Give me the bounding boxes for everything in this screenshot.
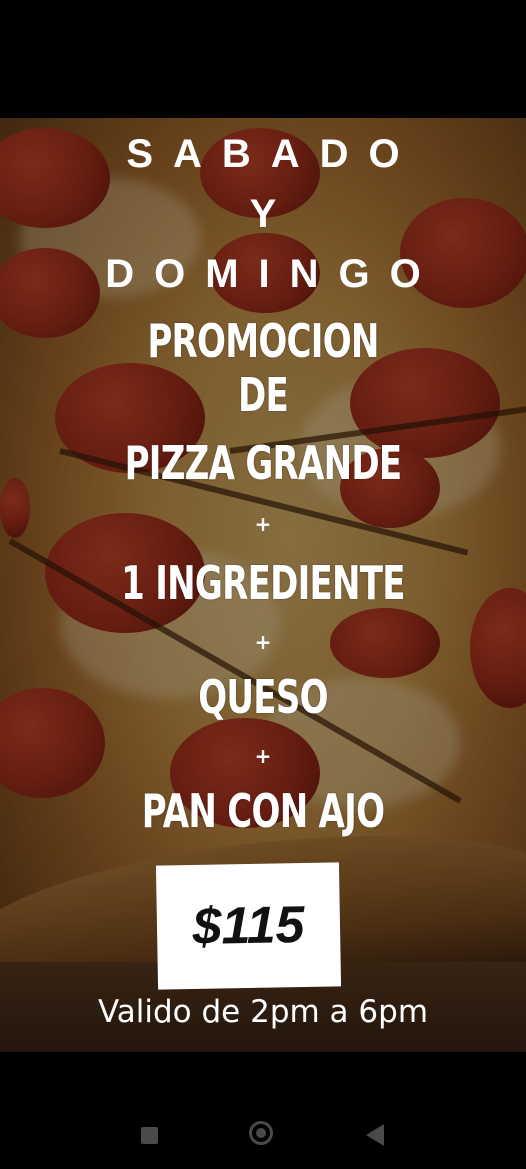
plus-sign-2: + bbox=[254, 630, 272, 654]
item-ingrediente: 1 INGREDIENTE bbox=[121, 556, 405, 610]
promo-title: PROMOCION bbox=[147, 314, 379, 368]
recents-square-icon[interactable] bbox=[141, 1127, 158, 1144]
promo-de: DE bbox=[237, 368, 289, 422]
item-pan-con-ajo: PAN CON AJO bbox=[141, 784, 385, 838]
validity-text: Valido de 2pm a 6pm bbox=[97, 994, 429, 1030]
price-tag: $115 bbox=[155, 862, 342, 990]
top-black-bar bbox=[0, 0, 526, 118]
headline-sabado: SABADO bbox=[126, 132, 420, 176]
headline-y: Y bbox=[249, 192, 297, 236]
item-queso: QUESO bbox=[198, 670, 328, 724]
home-circle-icon[interactable] bbox=[249, 1121, 273, 1145]
system-navigation-bar bbox=[0, 1052, 526, 1169]
back-triangle-icon[interactable] bbox=[366, 1124, 384, 1146]
price-value: $115 bbox=[192, 896, 305, 956]
item-pizza-grande: PIZZA GRANDE bbox=[124, 436, 403, 490]
plus-sign-1: + bbox=[254, 512, 272, 536]
plus-sign-3: + bbox=[254, 744, 272, 768]
headline-domingo: DOMINGO bbox=[105, 252, 441, 296]
